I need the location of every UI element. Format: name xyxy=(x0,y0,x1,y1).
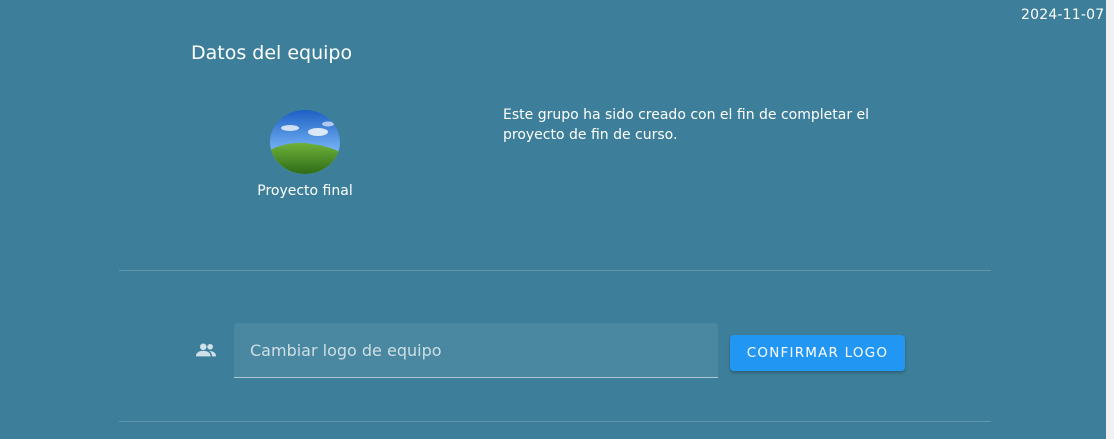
team-description: Este grupo ha sido creado con el fin de … xyxy=(503,107,870,143)
team-name: Proyecto final xyxy=(257,183,353,199)
group-icon xyxy=(195,343,217,357)
confirm-logo-button[interactable]: CONFIRMAR LOGO xyxy=(730,335,905,371)
logo-input-container xyxy=(234,323,718,378)
divider xyxy=(119,421,991,422)
scrollbar[interactable] xyxy=(1106,0,1114,439)
date-label: 2024-11-07 xyxy=(1021,7,1105,23)
change-logo-input[interactable] xyxy=(234,323,718,377)
team-logo xyxy=(270,110,340,174)
section-title: Datos del equipo xyxy=(191,42,353,64)
divider xyxy=(119,270,991,271)
landscape-logo-image xyxy=(270,110,340,174)
